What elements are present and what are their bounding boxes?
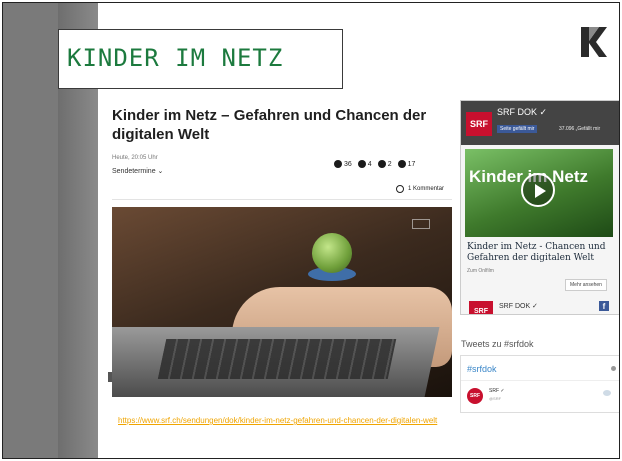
hashtag-link[interactable]: #srfdok bbox=[467, 364, 497, 374]
facebook-page-name[interactable]: SRF DOK ✓ bbox=[497, 107, 547, 118]
toy-ball bbox=[312, 233, 352, 273]
k-logo-icon bbox=[581, 27, 607, 57]
tweets-widget: #srfdok SRF SRF ✓ @SRF bbox=[460, 355, 619, 413]
facebook-widget: SRF SRF DOK ✓ Seite gefällt mir 37.096 „… bbox=[460, 100, 619, 315]
facebook-widget-header: SRF SRF DOK ✓ Seite gefällt mir 37.096 „… bbox=[461, 101, 619, 145]
facebook-icon bbox=[334, 160, 342, 168]
info-icon[interactable] bbox=[611, 366, 616, 371]
video-player[interactable] bbox=[112, 207, 452, 397]
comment-bubble-icon bbox=[396, 185, 404, 193]
fullscreen-icon[interactable] bbox=[412, 219, 430, 229]
share-comments[interactable]: 17 bbox=[397, 160, 415, 168]
twitter-icon bbox=[357, 160, 366, 168]
divider bbox=[461, 380, 619, 381]
share-facebook[interactable]: 36 bbox=[334, 160, 352, 168]
facebook-video-thumbnail[interactable]: Kinder im Netz bbox=[465, 149, 613, 237]
facebook-like-button[interactable]: Seite gefällt mir bbox=[497, 125, 538, 133]
slide-title-box: KINDER IM NETZ bbox=[58, 29, 343, 89]
srf-footer-logo: SRF bbox=[469, 301, 493, 314]
google-plus-icon bbox=[377, 160, 386, 168]
mehr-ansehen-button[interactable]: Mehr ansehen bbox=[565, 279, 607, 291]
srf-logo: SRF bbox=[466, 112, 492, 136]
avatar[interactable]: SRF bbox=[467, 388, 483, 404]
tweet-user-name[interactable]: SRF ✓ bbox=[489, 388, 505, 394]
divider bbox=[112, 199, 452, 200]
comment-icon bbox=[397, 160, 406, 168]
comment-link[interactable]: 1 Kommentar bbox=[396, 185, 444, 193]
source-url-link[interactable]: https://www.srf.ch/sendungen/dok/kinder-… bbox=[118, 416, 437, 425]
facebook-f-icon[interactable]: f bbox=[599, 301, 609, 311]
laptop-keyboard bbox=[157, 339, 397, 379]
tweets-heading: Tweets zu #srfdok bbox=[461, 339, 534, 349]
slide: KINDER IM NETZ Kinder im Netz – Gefahren… bbox=[2, 2, 620, 459]
scroll-marker bbox=[108, 372, 112, 382]
slide-title: KINDER IM NETZ bbox=[67, 44, 284, 72]
facebook-like-count: 37.096 „Gefällt mir bbox=[559, 126, 601, 132]
share-google[interactable]: 2 bbox=[377, 160, 392, 168]
facebook-post-title[interactable]: Kinder im Netz - Chancen und Gefahren de… bbox=[467, 242, 617, 264]
facebook-footer-name[interactable]: SRF DOK ✓ bbox=[499, 302, 538, 310]
article-date: Heute, 20:05 Uhr bbox=[112, 155, 158, 161]
facebook-post-subtitle: Zum Onlfilm bbox=[467, 268, 494, 274]
twitter-bird-icon bbox=[603, 390, 611, 396]
share-twitter[interactable]: 4 bbox=[357, 160, 372, 168]
tweet-user-handle: @SRF bbox=[489, 396, 502, 401]
share-counts: 36 4 2 17 bbox=[334, 160, 415, 168]
sendetermine-link[interactable]: Sendetermine ⌄ bbox=[112, 167, 163, 175]
article-title: Kinder im Netz – Gefahren und Chancen de… bbox=[112, 107, 427, 143]
play-icon[interactable] bbox=[521, 173, 555, 207]
